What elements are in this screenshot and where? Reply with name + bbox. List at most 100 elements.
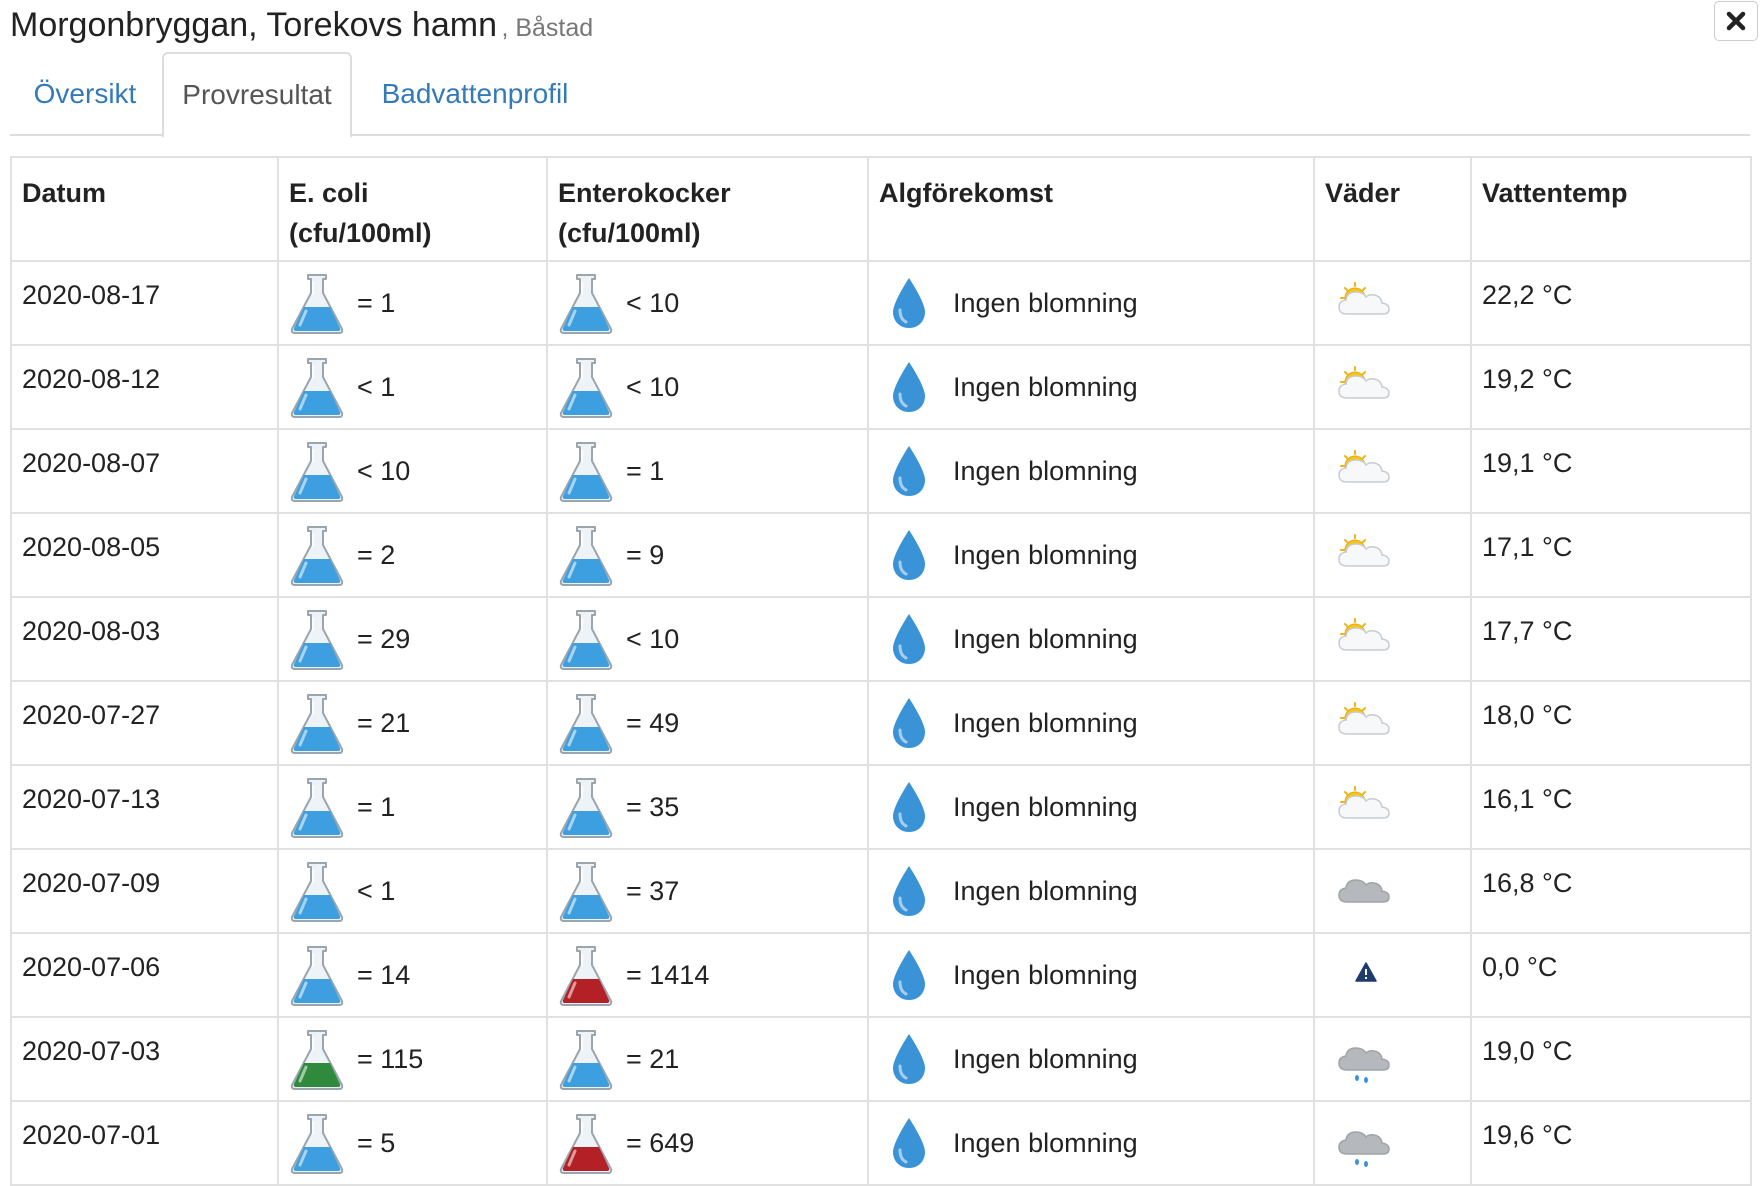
header-ecoli: E. coli (cfu/100ml) (277, 156, 548, 262)
flask-blue-icon (290, 442, 344, 502)
entero-value: = 9 (626, 539, 665, 570)
flask-blue-icon (290, 274, 344, 334)
table-row: 2020-08-17 = 1 < 10 Ingen blomning 22,2 °C (10, 260, 1752, 346)
algae-value: Ingen blomning (953, 623, 1138, 654)
entero-value: = 35 (626, 791, 680, 822)
date-cell: 2020-07-06 (10, 932, 279, 1018)
close-icon (1726, 11, 1746, 31)
table-row: 2020-07-13 = 1 = 35 Ingen blomning 16,1 °C (10, 764, 1752, 850)
ecoli-cell: < 1 (277, 848, 548, 934)
temp-cell: 17,1 °C (1470, 512, 1752, 598)
algae-cell: Ingen blomning (867, 344, 1315, 430)
header-entero-unit: (cfu/100ml) (558, 218, 701, 248)
water-drop-icon (893, 1118, 925, 1168)
table-body: 2020-08-17 = 1 < 10 Ingen blomning 22,2 °C 20… (10, 260, 1752, 1186)
flask-blue-icon (290, 862, 344, 922)
algae-cell: Ingen blomning (867, 932, 1315, 1018)
entero-cell: = 21 (546, 1016, 869, 1102)
partly-cloudy-icon (1338, 786, 1390, 819)
ecoli-value: = 14 (357, 959, 411, 990)
temp-cell: 0,0 °C (1470, 932, 1752, 1018)
algae-cell: Ingen blomning (867, 764, 1315, 850)
date-cell: 2020-07-09 (10, 848, 279, 934)
partly-cloudy-icon (1338, 450, 1390, 483)
water-drop-icon (893, 362, 925, 412)
ecoli-value: = 29 (357, 623, 411, 654)
ecoli-cell: = 5 (277, 1100, 548, 1186)
weather-cell (1313, 1016, 1472, 1102)
water-drop-icon (893, 614, 925, 664)
algae-cell: Ingen blomning (867, 512, 1315, 598)
entero-cell: = 9 (546, 512, 869, 598)
ecoli-value: < 1 (357, 875, 396, 906)
entero-cell: = 1 (546, 428, 869, 514)
temp-cell: 19,1 °C (1470, 428, 1752, 514)
rain-icon (1338, 1047, 1390, 1083)
entero-value: < 10 (626, 371, 680, 402)
flask-blue-icon (559, 274, 613, 334)
water-drop-icon (893, 1034, 925, 1084)
entero-cell: = 1414 (546, 932, 869, 1018)
entero-cell: < 10 (546, 344, 869, 430)
entero-value: = 649 (626, 1127, 695, 1158)
ecoli-value: < 1 (357, 371, 396, 402)
entero-cell: = 649 (546, 1100, 869, 1186)
page-title: Morgonbryggan, Torekovs hamn (10, 6, 497, 44)
flask-blue-icon (290, 694, 344, 754)
weather-cell (1313, 596, 1472, 682)
results-table: Datum E. coli (cfu/100ml) Enterokocker (cf… (10, 156, 1752, 1186)
entero-cell: = 35 (546, 764, 869, 850)
header-entero-label: Enterokocker (558, 178, 731, 208)
header-weather: Väder (1313, 156, 1472, 262)
entero-cell: < 10 (546, 596, 869, 682)
partly-cloudy-icon (1338, 366, 1390, 399)
flask-blue-icon (559, 1030, 613, 1090)
water-drop-icon (893, 698, 925, 748)
entero-value: = 1 (626, 455, 665, 486)
table-row: 2020-08-03 = 29 < 10 Ingen blomning 17,7 °C (10, 596, 1752, 682)
close-button[interactable] (1714, 1, 1758, 41)
weather-cell (1313, 1100, 1472, 1186)
weather-cell (1313, 260, 1472, 346)
temp-cell: 16,1 °C (1470, 764, 1752, 850)
ecoli-value: = 115 (357, 1043, 424, 1074)
flask-blue-icon (559, 778, 613, 838)
flask-red-icon (559, 1114, 613, 1174)
temp-cell: 19,2 °C (1470, 344, 1752, 430)
water-drop-icon (893, 530, 925, 580)
date-cell: 2020-08-03 (10, 596, 279, 682)
algae-cell: Ingen blomning (867, 260, 1315, 346)
tab-oversikt[interactable]: Översikt (10, 52, 160, 136)
algae-value: Ingen blomning (953, 371, 1138, 402)
entero-value: = 21 (626, 1043, 680, 1074)
tab-badvattenprofil[interactable]: Badvattenprofil (360, 52, 590, 136)
temp-cell: 18,0 °C (1470, 680, 1752, 766)
ecoli-cell: < 10 (277, 428, 548, 514)
table-row: 2020-07-09 < 1 = 37 Ingen blomning 16,8 °C (10, 848, 1752, 934)
date-cell: 2020-07-01 (10, 1100, 279, 1186)
date-cell: 2020-07-13 (10, 764, 279, 850)
temp-cell: 16,8 °C (1470, 848, 1752, 934)
ecoli-cell: < 1 (277, 344, 548, 430)
algae-value: Ingen blomning (953, 455, 1138, 486)
weather-cell (1313, 512, 1472, 598)
algae-cell: Ingen blomning (867, 1016, 1315, 1102)
partly-cloudy-icon (1338, 282, 1390, 315)
header-ecoli-label: E. coli (289, 178, 369, 208)
table-row: 2020-08-12 < 1 < 10 Ingen blomning 19,2 °C (10, 344, 1752, 430)
page-subtitle: , Båstad (501, 14, 594, 42)
partly-cloudy-icon (1338, 534, 1390, 567)
date-cell: 2020-07-03 (10, 1016, 279, 1102)
weather-cell (1313, 428, 1472, 514)
tab-provresultat[interactable]: Provresultat (162, 52, 352, 138)
entero-value: < 10 (626, 287, 680, 318)
table-row: 2020-08-05 = 2 = 9 Ingen blomning 17,1 °C (10, 512, 1752, 598)
entero-value: = 37 (626, 875, 680, 906)
ecoli-value: = 21 (357, 707, 411, 738)
water-drop-icon (893, 866, 925, 916)
flask-red-icon (559, 946, 613, 1006)
entero-cell: < 10 (546, 260, 869, 346)
entero-cell: = 37 (546, 848, 869, 934)
ecoli-cell: = 115 (277, 1016, 548, 1102)
ecoli-cell: = 14 (277, 932, 548, 1018)
